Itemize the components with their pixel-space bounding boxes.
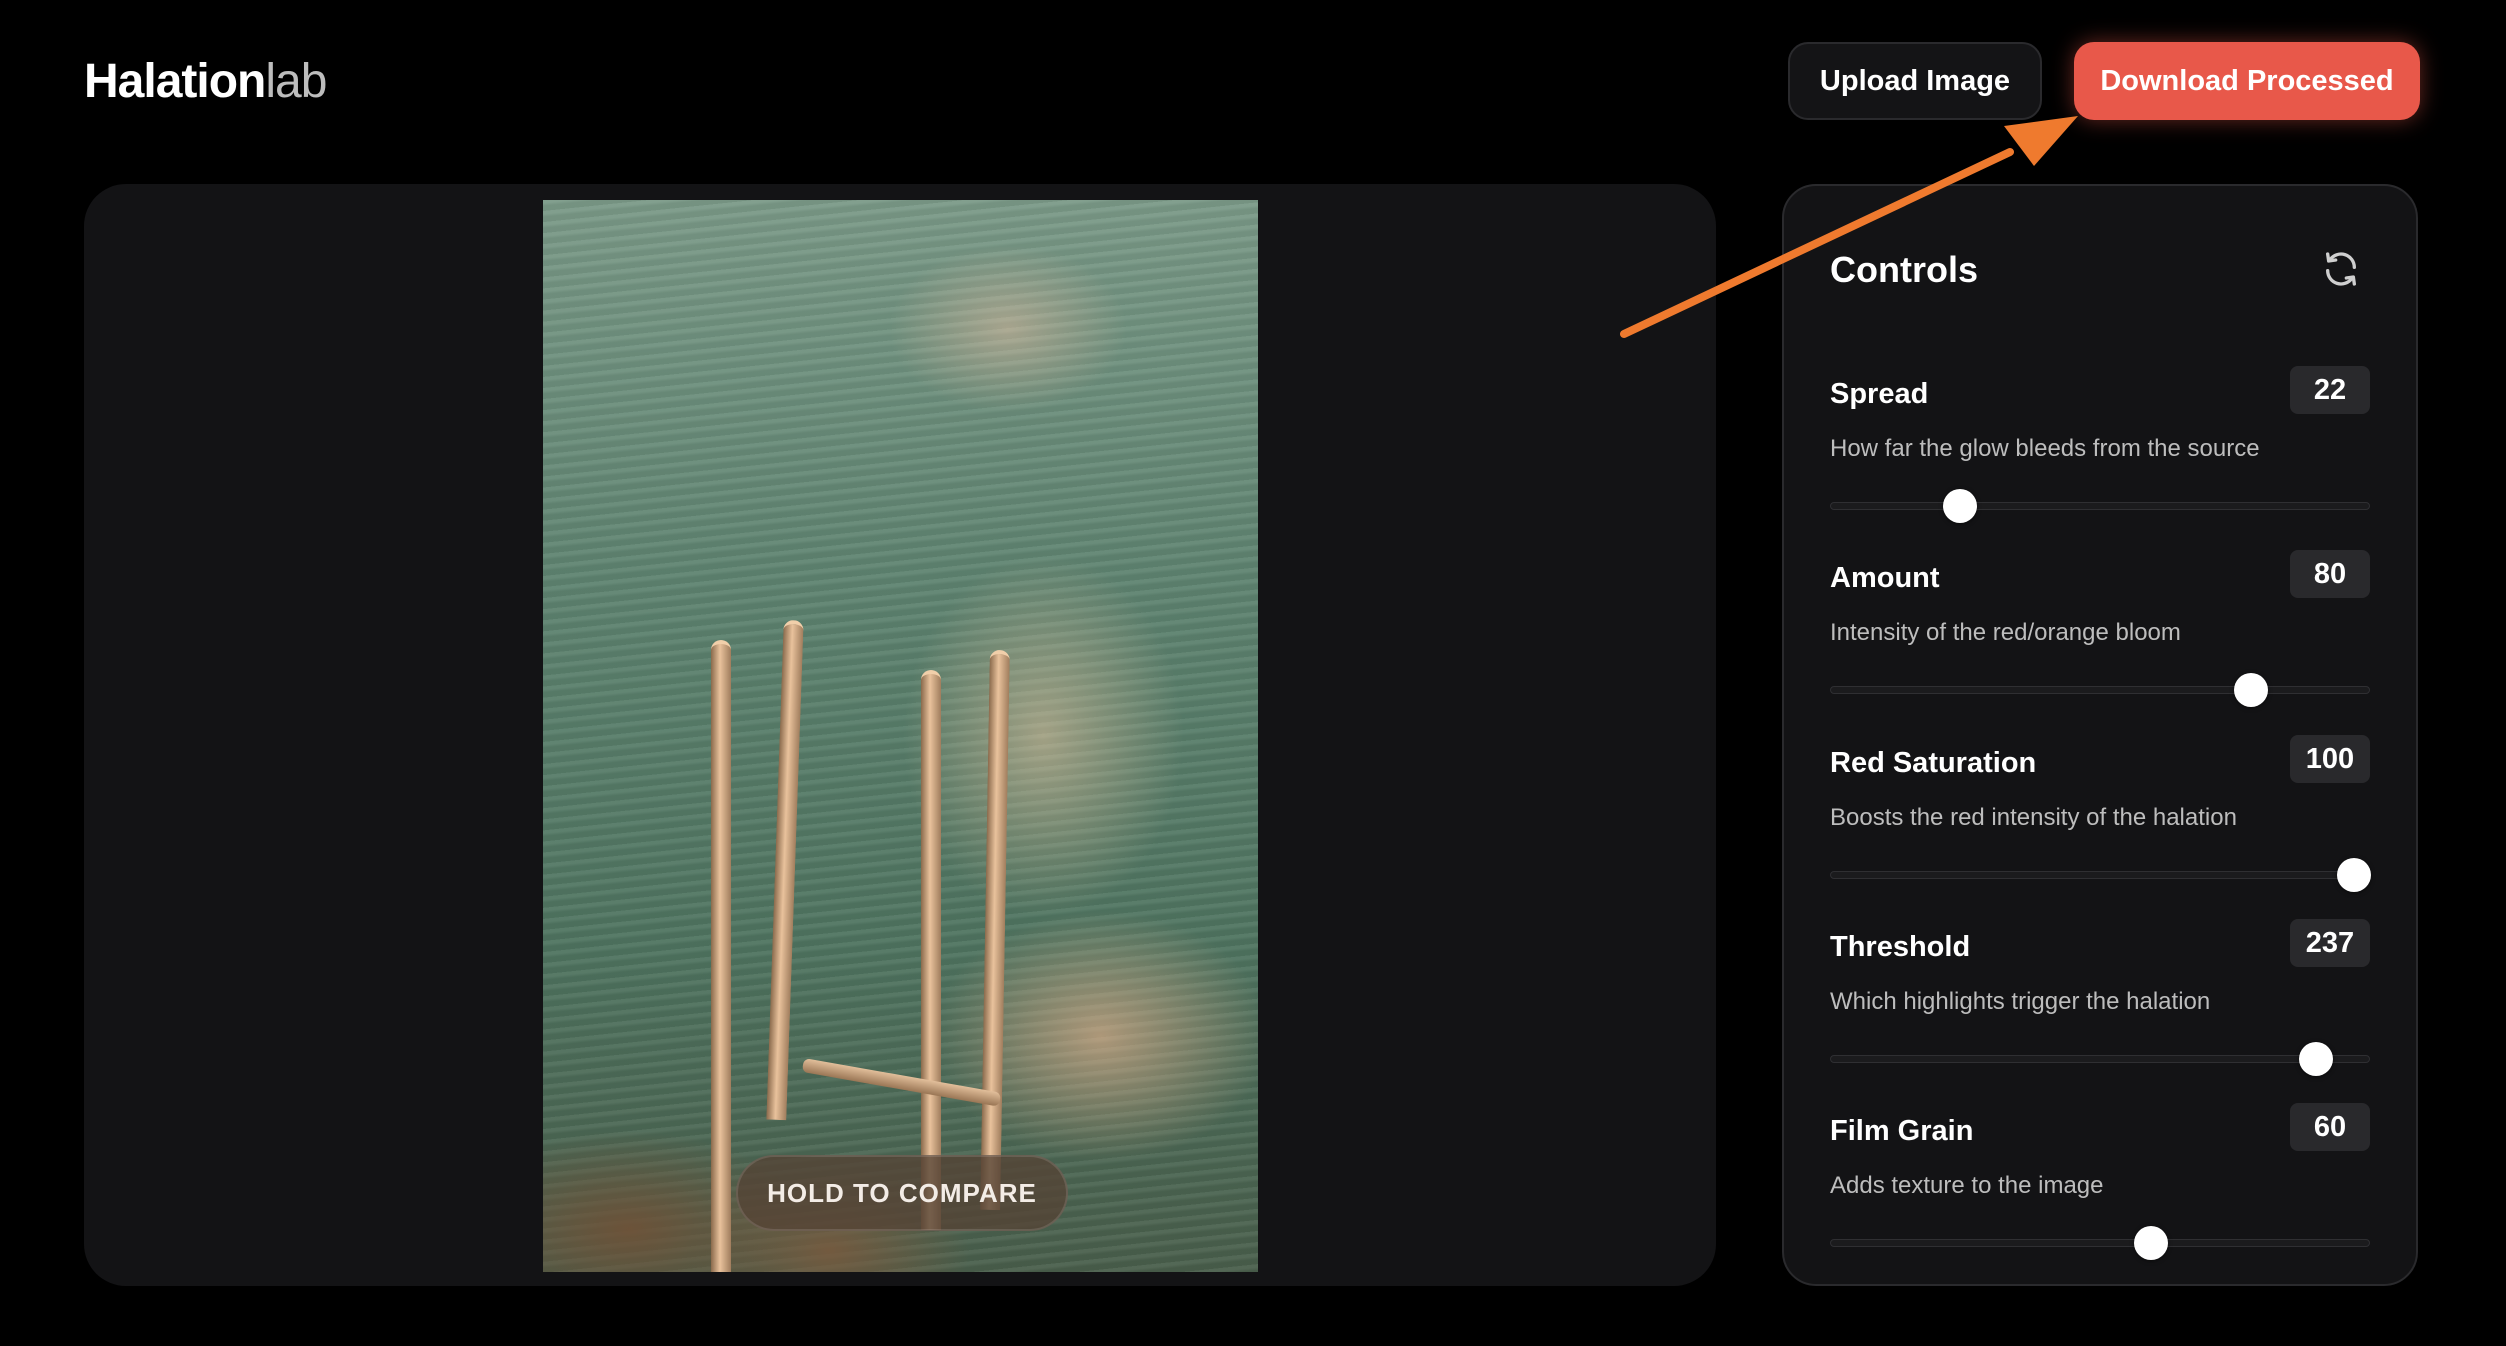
- controls-title: Controls: [1830, 249, 1978, 290]
- download-processed-button[interactable]: Download Processed: [2074, 42, 2420, 120]
- amount-slider[interactable]: [1830, 672, 2370, 708]
- slider-thumb[interactable]: [2336, 858, 2371, 892]
- threshold-slider[interactable]: [1830, 1041, 2370, 1077]
- slider-track: [1830, 1055, 2370, 1063]
- slider-thumb[interactable]: [2299, 1042, 2333, 1076]
- upload-image-button[interactable]: Upload Image: [1788, 42, 2042, 120]
- logo-wordmark-light: lab: [265, 55, 327, 108]
- spread-slider[interactable]: [1830, 488, 2370, 524]
- control-label: Amount: [1830, 562, 1940, 594]
- slider-track: [1830, 871, 2370, 879]
- app-window: Halationlab Upload Image Download Proces…: [0, 0, 2506, 1346]
- ladder-rail: [921, 670, 941, 1230]
- slider-thumb[interactable]: [2234, 673, 2269, 707]
- control-value[interactable]: 60: [2290, 1103, 2370, 1151]
- image-preview-panel: HOLD TO COMPARE: [84, 184, 1716, 1286]
- control-film-grain: Film Grain 60 Adds texture to the image: [1830, 1103, 2370, 1263]
- slider-track: [1830, 1239, 2370, 1247]
- control-label: Spread: [1830, 378, 1929, 410]
- slider-thumb[interactable]: [2134, 1226, 2169, 1260]
- control-description: How far the glow bleeds from the source: [1830, 435, 2260, 462]
- control-label: Red Saturation: [1830, 747, 2037, 779]
- control-amount: Amount 80 Intensity of the red/orange bl…: [1830, 550, 2370, 710]
- control-description: Adds texture to the image: [1830, 1172, 2104, 1199]
- ladder-rail: [711, 640, 731, 1272]
- control-description: Which highlights trigger the halation: [1830, 988, 2211, 1015]
- slider-track: [1830, 502, 2370, 510]
- ladder-rail: [766, 619, 804, 1121]
- control-red-saturation: Red Saturation 100 Boosts the red intens…: [1830, 735, 2371, 895]
- hold-to-compare-button[interactable]: HOLD TO COMPARE: [736, 1155, 1068, 1231]
- app-logo: Halationlab: [84, 52, 327, 112]
- control-label: Film Grain: [1830, 1115, 1974, 1147]
- control-threshold: Threshold 237 Which highlights trigger t…: [1830, 919, 2370, 1079]
- slider-track: [1830, 686, 2370, 694]
- logo-wordmark-bold: Halation: [84, 55, 266, 108]
- red-saturation-slider[interactable]: [1830, 857, 2371, 893]
- processed-image[interactable]: HOLD TO COMPARE: [543, 200, 1258, 1272]
- control-value[interactable]: 80: [2290, 550, 2370, 598]
- ladder-rail: [980, 649, 1010, 1211]
- controls-panel: Controls Spread 22 How far the glow blee…: [1782, 184, 2418, 1286]
- control-spread: Spread 22 How far the glow bleeds from t…: [1830, 366, 2370, 526]
- control-description: Intensity of the red/orange bloom: [1830, 619, 2181, 646]
- control-value[interactable]: 100: [2290, 735, 2370, 783]
- control-label: Threshold: [1830, 931, 1971, 963]
- film-grain-slider[interactable]: [1830, 1225, 2370, 1261]
- slider-thumb[interactable]: [1942, 489, 1977, 523]
- control-value[interactable]: 22: [2290, 366, 2370, 414]
- control-description: Boosts the red intensity of the halation: [1830, 804, 2237, 831]
- ladder-rung: [801, 1058, 1002, 1107]
- refresh-icon: [2326, 252, 2356, 286]
- reset-button[interactable]: [2318, 246, 2364, 292]
- control-value[interactable]: 237: [2290, 919, 2370, 967]
